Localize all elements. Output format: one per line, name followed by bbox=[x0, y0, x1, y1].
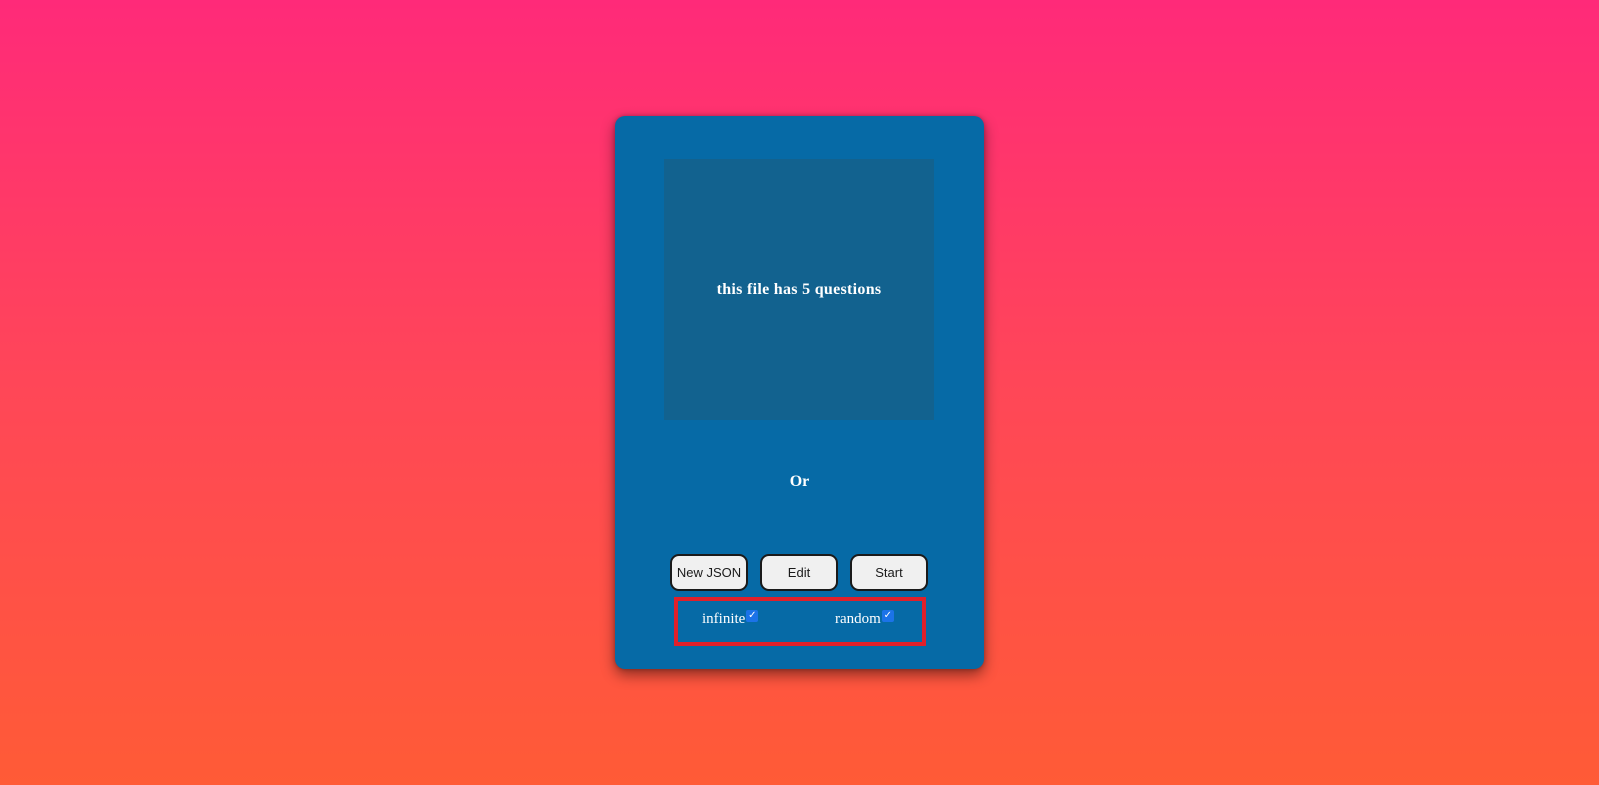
infinite-label: infinite bbox=[702, 611, 746, 627]
quiz-card: this file has 5 questions Or New JSON Ed… bbox=[615, 116, 984, 669]
options-panel: infinite ✓ random ✓ bbox=[674, 597, 926, 646]
infinite-checkbox[interactable]: ✓ bbox=[746, 610, 759, 622]
random-checkbox[interactable]: ✓ bbox=[881, 610, 894, 622]
dropzone-status-text: this file has 5 questions bbox=[716, 280, 882, 298]
file-dropzone[interactable]: this file has 5 questions bbox=[664, 159, 934, 420]
start-button[interactable]: Start bbox=[850, 554, 928, 591]
random-label: random bbox=[835, 611, 881, 627]
infinite-option[interactable]: infinite ✓ bbox=[702, 610, 759, 628]
edit-button[interactable]: Edit bbox=[760, 554, 838, 591]
random-option[interactable]: random ✓ bbox=[835, 610, 894, 628]
or-divider-label: Or bbox=[789, 473, 810, 490]
new-json-button[interactable]: New JSON bbox=[670, 554, 748, 591]
